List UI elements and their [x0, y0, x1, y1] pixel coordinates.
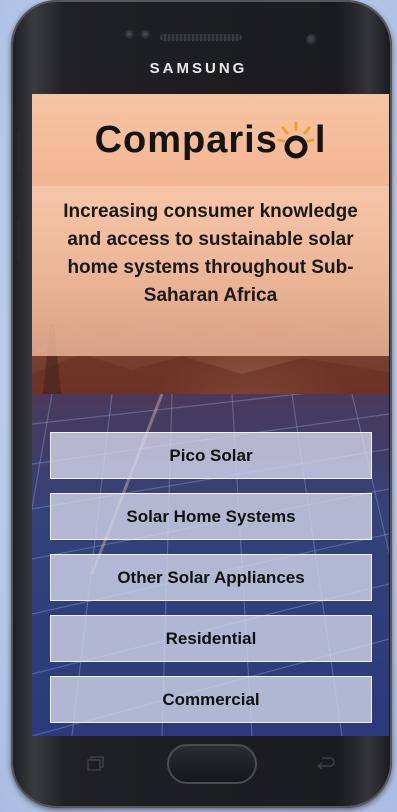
app-screen: Comparis l Increasing consumer knowledge…	[32, 94, 389, 736]
home-button[interactable]	[167, 744, 257, 784]
other-solar-appliances-button[interactable]: Other Solar Appliances	[50, 554, 372, 601]
app-logo: Comparis l	[32, 118, 389, 162]
volume-button	[17, 130, 23, 170]
sun-o-icon	[277, 121, 315, 159]
back-icon[interactable]	[314, 756, 336, 770]
hardware-nav-bar	[32, 736, 389, 792]
earpiece-speaker	[160, 34, 242, 41]
power-button	[17, 218, 23, 262]
solar-home-systems-button[interactable]: Solar Home Systems	[50, 493, 372, 540]
residential-button[interactable]: Residential	[50, 615, 372, 662]
logo-text-tail: l	[314, 119, 327, 162]
recent-apps-icon[interactable]	[87, 756, 105, 772]
device-brand: SAMSUNG	[149, 60, 248, 77]
tagline-band: Increasing consumer knowledge and access…	[32, 186, 389, 356]
logo-text: Comparis	[94, 119, 278, 162]
category-menu: Pico Solar Solar Home Systems Other Sola…	[50, 432, 372, 736]
sensor-icon	[141, 30, 151, 40]
front-camera-icon	[125, 30, 135, 40]
pico-solar-button[interactable]: Pico Solar	[50, 432, 372, 479]
selfie-camera-icon	[306, 34, 318, 46]
tagline: Increasing consumer knowledge and access…	[63, 201, 358, 306]
commercial-button[interactable]: Commercial	[50, 676, 372, 723]
